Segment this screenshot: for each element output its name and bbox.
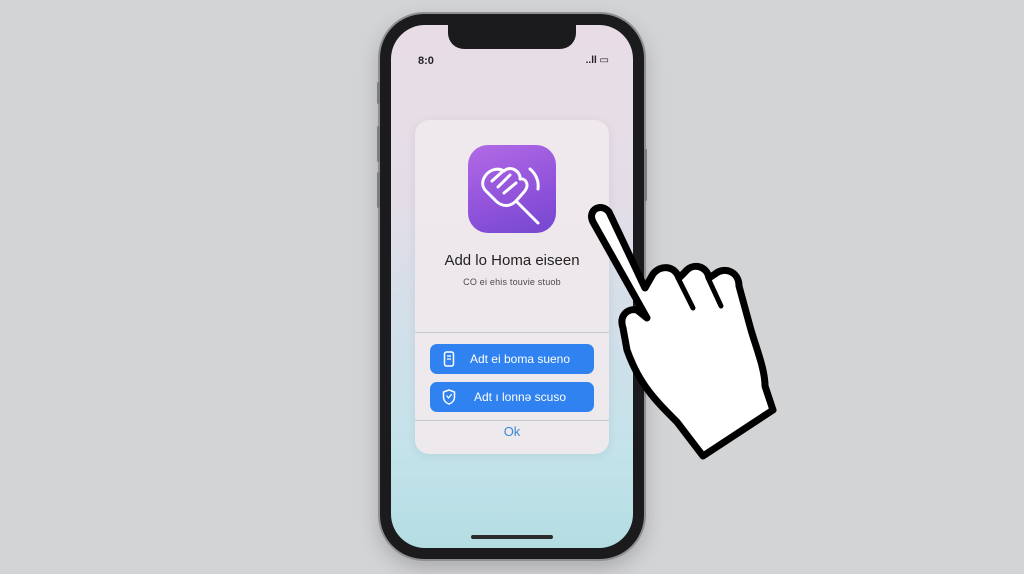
app-icon[interactable] <box>468 145 556 233</box>
power-button <box>644 149 647 201</box>
volume-up-button <box>377 126 380 162</box>
silent-switch <box>377 82 380 104</box>
add-to-home-screen-button[interactable]: Adt ei boma sueno <box>430 344 594 374</box>
phone-screen-icon <box>438 351 460 367</box>
status-indicators: ..ll ▭ <box>585 55 609 66</box>
status-time: 8:0 <box>418 55 434 67</box>
shield-icon <box>438 389 460 405</box>
add-icon-button[interactable]: Adt ı lonnə scuso <box>430 382 594 412</box>
waving-hand-icon <box>481 167 540 225</box>
add-to-home-screen-label: Adt ei boma sueno <box>469 352 571 366</box>
notch <box>448 25 576 49</box>
pointing-hand-cursor-icon <box>588 204 777 460</box>
add-icon-label: Adt ı lonnə scuso <box>473 390 567 404</box>
volume-down-button <box>377 172 380 208</box>
home-indicator <box>471 535 553 539</box>
